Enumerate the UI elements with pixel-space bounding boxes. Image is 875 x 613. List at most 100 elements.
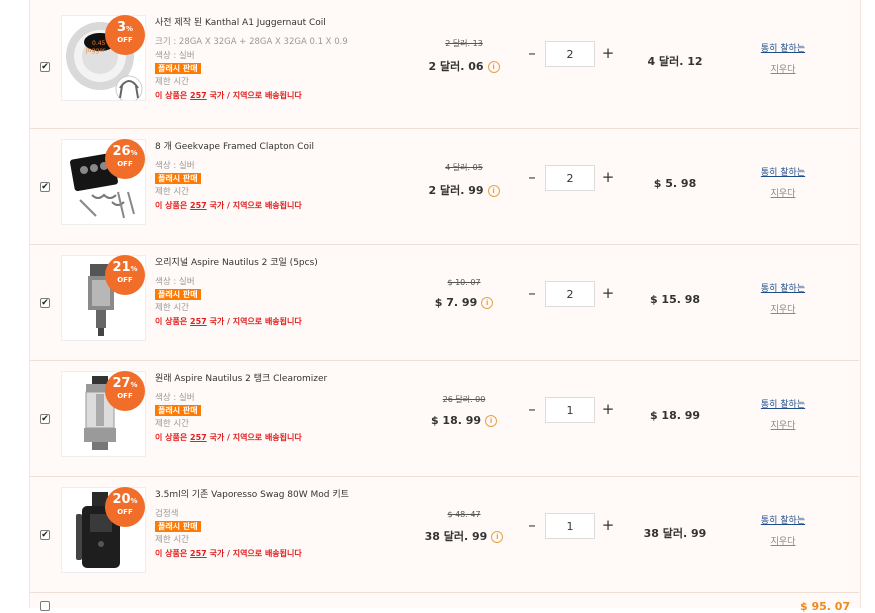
select-all-checkbox[interactable] bbox=[40, 601, 50, 611]
discount-value: 21 bbox=[112, 260, 131, 275]
off-label: OFF bbox=[117, 392, 133, 400]
product-title[interactable]: 사전 제작 된 Kanthal A1 Juggernaut Coil bbox=[155, 15, 405, 28]
shipping-country-count[interactable]: 257 bbox=[190, 549, 207, 558]
time-limit-label: 제한 시간 bbox=[155, 303, 189, 313]
quantity-input[interactable] bbox=[545, 397, 595, 423]
flash-sale-badge: 플래시 판매 bbox=[155, 63, 201, 74]
shipping-country-count[interactable]: 257 bbox=[190, 201, 207, 210]
shipping-suffix: 국가 / 지역으로 배송됩니다 bbox=[206, 201, 302, 210]
info-icon[interactable]: i bbox=[487, 61, 500, 73]
shipping-country-count[interactable]: 257 bbox=[190, 91, 207, 100]
item-checkbox[interactable]: ✔ bbox=[40, 529, 50, 540]
original-price: $ 48. 47 bbox=[447, 510, 481, 519]
delete-item-link[interactable]: 지우다 bbox=[741, 534, 825, 547]
decrease-quantity-button[interactable]: – bbox=[523, 513, 541, 539]
shipping-country-count[interactable]: 257 bbox=[190, 317, 207, 326]
add-to-favorites-link[interactable]: 통히 찰하는 bbox=[741, 41, 825, 54]
product-title[interactable]: 원래 Aspire Nautilus 2 탱크 Clearomizer bbox=[155, 371, 405, 384]
increase-quantity-button[interactable]: + bbox=[599, 41, 617, 67]
shipping-note: 이 상품은 257 국가 / 지역으로 배송됩니다 bbox=[155, 432, 405, 443]
quantity-stepper: – + bbox=[523, 397, 619, 423]
decrease-quantity-button[interactable]: – bbox=[523, 165, 541, 191]
flash-sale-badge: 플래시 판매 bbox=[155, 405, 201, 416]
shipping-note: 이 상품은 257 국가 / 지역으로 배송됩니다 bbox=[155, 316, 405, 327]
delete-item-link[interactable]: 지우다 bbox=[741, 302, 825, 315]
decrease-quantity-button[interactable]: – bbox=[523, 281, 541, 307]
item-subtotal: $ 18. 99 bbox=[649, 409, 701, 422]
sale-price-value: 38 달러. 99 bbox=[424, 530, 488, 543]
price-cell: 26 달러. 00 $ 18. 99 i bbox=[409, 394, 519, 427]
price-cell: 4 달러. 05 2 달러. 99 i bbox=[409, 162, 519, 198]
quantity-stepper: – + bbox=[523, 513, 619, 539]
cart-item-row: ✔ 26% OFF 8 개 Geekvape Framed Clapton Co… bbox=[29, 129, 859, 245]
item-subtotal: $ 5. 98 bbox=[653, 177, 697, 190]
info-icon[interactable]: i bbox=[491, 531, 504, 543]
quantity-input[interactable] bbox=[545, 281, 595, 307]
product-color: 색상 : 실버 bbox=[155, 51, 195, 61]
item-checkbox[interactable]: ✔ bbox=[40, 181, 50, 192]
shipping-prefix: 이 상품은 bbox=[155, 91, 191, 100]
quantity-input[interactable] bbox=[545, 41, 595, 67]
add-to-favorites-link[interactable]: 통히 찰하는 bbox=[741, 165, 825, 178]
decrease-quantity-button[interactable]: – bbox=[523, 397, 541, 423]
add-to-favorites-link[interactable]: 통히 찰하는 bbox=[741, 513, 825, 526]
shipping-prefix: 이 상품은 bbox=[155, 201, 191, 210]
discount-badge: 21% OFF bbox=[105, 255, 145, 295]
flash-sale-badge: 플래시 판매 bbox=[155, 521, 201, 532]
shipping-prefix: 이 상품은 bbox=[155, 549, 191, 558]
cart-total: $ 95. 07 bbox=[800, 600, 851, 613]
info-icon[interactable]: i bbox=[485, 415, 498, 427]
info-icon[interactable]: i bbox=[487, 185, 500, 197]
product-size: 크기 : 28GA X 32GA + 28GA X 32GA 0.1 X 0.9 bbox=[155, 37, 348, 47]
cart-item-row: ✔ 20% OFF 3.5ml의 기존 Vaporesso Swag 80W M… bbox=[29, 477, 859, 593]
shipping-suffix: 국가 / 지역으로 배송됩니다 bbox=[206, 317, 302, 326]
sale-price: 38 달러. 99 i bbox=[409, 528, 519, 544]
time-limit-label: 제한 시간 bbox=[155, 419, 189, 429]
item-checkbox[interactable]: ✔ bbox=[40, 61, 50, 72]
quantity-input[interactable] bbox=[545, 513, 595, 539]
off-label: OFF bbox=[117, 276, 133, 284]
product-color: 검정색 bbox=[155, 509, 179, 519]
item-checkbox[interactable]: ✔ bbox=[40, 413, 50, 424]
product-title[interactable]: 8 개 Geekvape Framed Clapton Coil bbox=[155, 139, 405, 152]
shipping-suffix: 국가 / 지역으로 배송됩니다 bbox=[206, 91, 302, 100]
time-limit-label: 제한 시간 bbox=[155, 77, 189, 87]
item-checkbox[interactable]: ✔ bbox=[40, 297, 50, 308]
add-to-favorites-link[interactable]: 통히 찰하는 bbox=[741, 281, 825, 294]
delete-item-link[interactable]: 지우다 bbox=[741, 418, 825, 431]
info-icon[interactable]: i bbox=[481, 297, 494, 309]
discount-sign: % bbox=[126, 25, 134, 33]
increase-quantity-button[interactable]: + bbox=[599, 513, 617, 539]
item-actions: 통히 찰하는 지우다 bbox=[741, 41, 825, 75]
off-label: OFF bbox=[117, 160, 133, 168]
quantity-input[interactable] bbox=[545, 165, 595, 191]
item-actions: 통히 찰하는 지우다 bbox=[741, 281, 825, 315]
delete-item-link[interactable]: 지우다 bbox=[741, 186, 825, 199]
shipping-country-count[interactable]: 257 bbox=[190, 433, 207, 442]
product-info: 3.5ml의 기존 Vaporesso Swag 80W Mod 키트 검정색 … bbox=[155, 487, 405, 559]
product-title[interactable]: 3.5ml의 기존 Vaporesso Swag 80W Mod 키트 bbox=[155, 487, 405, 500]
product-title[interactable]: 오리지널 Aspire Nautilus 2 코일 (5pcs) bbox=[155, 255, 405, 268]
increase-quantity-button[interactable]: + bbox=[599, 397, 617, 423]
time-limit-label: 제한 시간 bbox=[155, 187, 189, 197]
discount-value: 3 bbox=[116, 20, 127, 35]
add-to-favorites-link[interactable]: 통히 찰하는 bbox=[741, 397, 825, 410]
price-cell: 2 달러. 13 2 달러. 06 i bbox=[409, 38, 519, 74]
off-label: OFF bbox=[117, 508, 133, 516]
shipping-prefix: 이 상품은 bbox=[155, 317, 191, 326]
shipping-note: 이 상품은 257 국가 / 지역으로 배송됩니다 bbox=[155, 90, 405, 101]
increase-quantity-button[interactable]: + bbox=[599, 281, 617, 307]
product-info: 원래 Aspire Nautilus 2 탱크 Clearomizer 색상 :… bbox=[155, 371, 405, 443]
increase-quantity-button[interactable]: + bbox=[599, 165, 617, 191]
time-limit-label: 제한 시간 bbox=[155, 535, 189, 545]
shipping-note: 이 상품은 257 국가 / 지역으로 배송됩니다 bbox=[155, 548, 405, 559]
discount-sign: % bbox=[130, 497, 138, 505]
discount-value: 20 bbox=[112, 492, 131, 507]
product-info: 8 개 Geekvape Framed Clapton Coil 색상 : 실버… bbox=[155, 139, 405, 211]
discount-sign: % bbox=[130, 149, 138, 157]
original-price: 2 달러. 13 bbox=[445, 39, 483, 48]
discount-sign: % bbox=[130, 381, 138, 389]
delete-item-link[interactable]: 지우다 bbox=[741, 62, 825, 75]
shipping-suffix: 국가 / 지역으로 배송됩니다 bbox=[206, 549, 302, 558]
decrease-quantity-button[interactable]: – bbox=[523, 41, 541, 67]
